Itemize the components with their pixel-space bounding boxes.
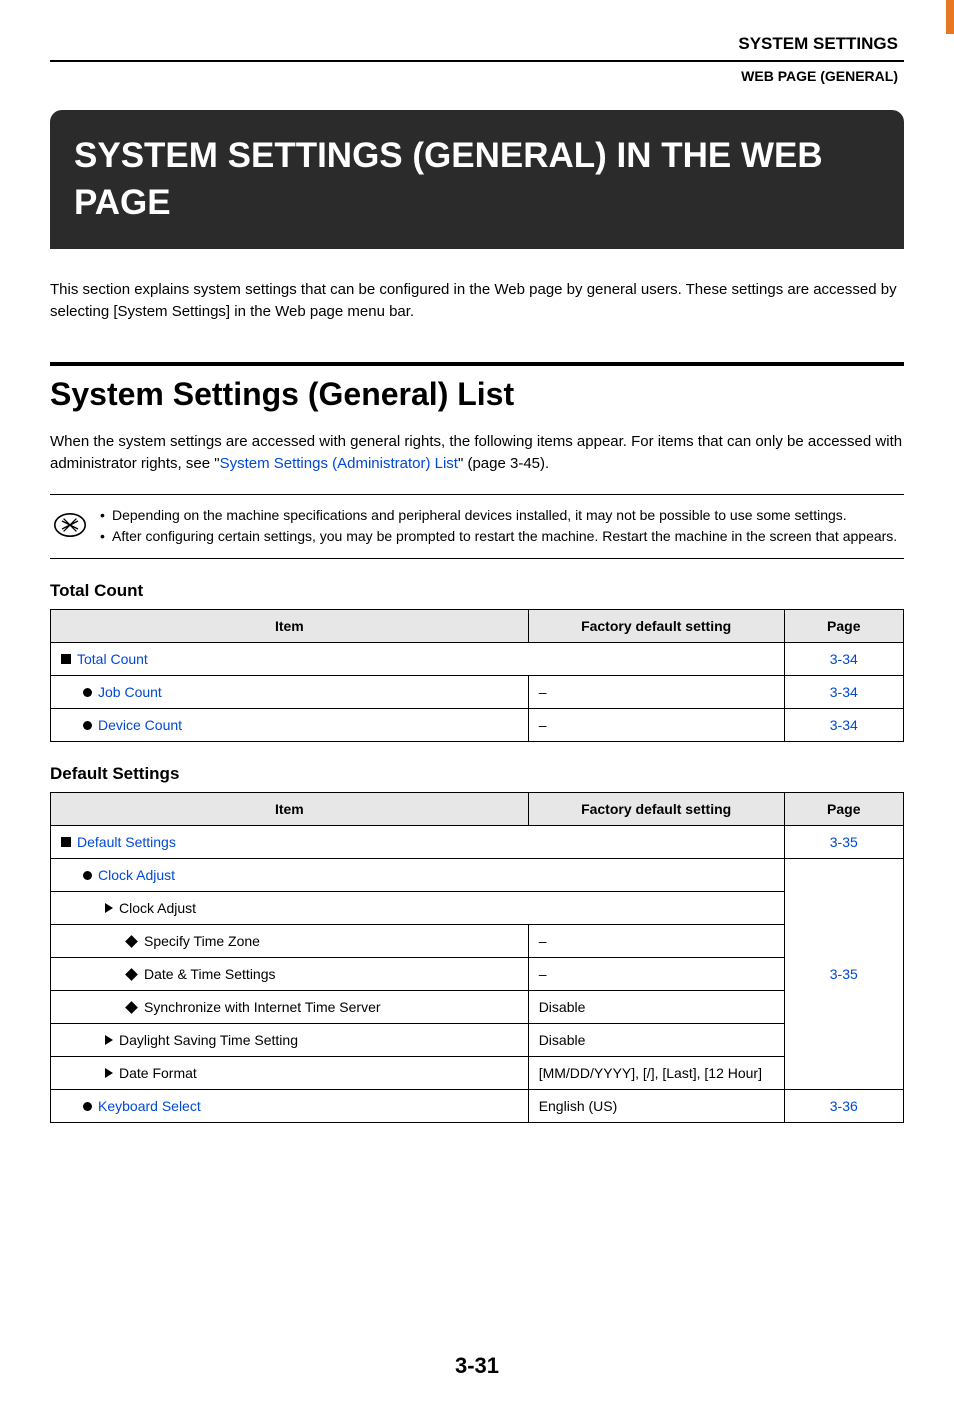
item-cell: Clock Adjust: [51, 891, 785, 924]
breadcrumb-secondary: WEB PAGE (GENERAL): [0, 62, 954, 84]
th-page: Page: [784, 792, 903, 825]
item-cell: Date & Time Settings: [51, 957, 529, 990]
page-cell[interactable]: 3-36: [784, 1089, 903, 1122]
page-cell[interactable]: 3-34: [784, 642, 903, 675]
dia-marker: [125, 1001, 138, 1014]
th-page: Page: [784, 609, 903, 642]
page-cell[interactable]: 3-35: [784, 858, 903, 1089]
table-row: Synchronize with Internet Time Server Dis…: [51, 990, 904, 1023]
factory-cell: English (US): [528, 1089, 784, 1122]
item-cell: Daylight Saving Time Setting: [51, 1023, 529, 1056]
item-cell: Job Count: [51, 675, 529, 708]
page-link[interactable]: 3-34: [830, 651, 858, 667]
section-intro-post: " (page 3-45).: [458, 455, 549, 472]
page-link[interactable]: 3-35: [830, 834, 858, 850]
th-item: Item: [51, 792, 529, 825]
factory-cell: –: [528, 924, 784, 957]
dia-marker: [125, 968, 138, 981]
default-settings-table: Item Factory default setting Page Defaul…: [50, 792, 904, 1123]
note-bullet-1: •Depending on the machine specifications…: [100, 505, 897, 527]
tri-marker: [105, 903, 113, 913]
tri-marker: [105, 1035, 113, 1045]
section-title: System Settings (General) List: [50, 376, 904, 413]
factory-cell: Disable: [528, 990, 784, 1023]
table-row: Date & Time Settings –: [51, 957, 904, 990]
item-label[interactable]: Default Settings: [77, 834, 176, 850]
item-label[interactable]: Device Count: [98, 717, 182, 733]
table-row: Job Count – 3-34: [51, 675, 904, 708]
item-label[interactable]: Clock Adjust: [98, 867, 175, 883]
item-cell: Specify Time Zone: [51, 924, 529, 957]
page-cell[interactable]: 3-34: [784, 675, 903, 708]
item-cell: Synchronize with Internet Time Server: [51, 990, 529, 1023]
table-row: Daylight Saving Time Setting Disable: [51, 1023, 904, 1056]
factory-cell: Disable: [528, 1023, 784, 1056]
table-row: Date Format [MM/DD/YYYY], [/], [Last], [1…: [51, 1056, 904, 1089]
item-cell: Device Count: [51, 708, 529, 741]
sq-marker: [61, 837, 71, 847]
item-cell: Keyboard Select: [51, 1089, 529, 1122]
dot-marker: [83, 1102, 92, 1111]
section-intro: When the system settings are accessed wi…: [50, 431, 904, 476]
sq-marker: [61, 654, 71, 664]
note-icon: [54, 509, 86, 541]
table1-title: Total Count: [50, 581, 904, 601]
item-cell: Clock Adjust: [51, 858, 785, 891]
table-row: Total Count 3-34: [51, 642, 904, 675]
table-row: Keyboard Select English (US) 3-36: [51, 1089, 904, 1122]
item-cell: Date Format: [51, 1056, 529, 1089]
item-cell: Default Settings: [51, 825, 785, 858]
item-label[interactable]: Job Count: [98, 684, 162, 700]
th-item: Item: [51, 609, 529, 642]
dia-marker: [125, 935, 138, 948]
item-label: Date & Time Settings: [144, 966, 276, 982]
page-cell[interactable]: 3-35: [784, 825, 903, 858]
tri-marker: [105, 1068, 113, 1078]
page-cell[interactable]: 3-34: [784, 708, 903, 741]
page-link[interactable]: 3-36: [830, 1098, 858, 1114]
table-header-row: Item Factory default setting Page: [51, 792, 904, 825]
factory-cell: [MM/DD/YYYY], [/], [Last], [12 Hour]: [528, 1056, 784, 1089]
page-number: 3-31: [50, 1353, 904, 1409]
item-label: Date Format: [119, 1065, 197, 1081]
item-label[interactable]: Total Count: [77, 651, 148, 667]
note-box: •Depending on the machine specifications…: [50, 494, 904, 559]
total-count-table: Item Factory default setting Page Total …: [50, 609, 904, 742]
admin-list-link[interactable]: System Settings (Administrator) List: [220, 455, 458, 472]
intro-text: This section explains system settings th…: [50, 279, 904, 324]
item-label: Daylight Saving Time Setting: [119, 1032, 298, 1048]
table-row: Clock Adjust: [51, 891, 904, 924]
table-row: Clock Adjust3-35: [51, 858, 904, 891]
th-factory: Factory default setting: [528, 792, 784, 825]
breadcrumb-primary: SYSTEM SETTINGS: [0, 34, 954, 60]
dot-marker: [83, 871, 92, 880]
note-bullet-2: •After configuring certain settings, you…: [100, 526, 897, 548]
item-label: Specify Time Zone: [144, 933, 260, 949]
item-label: Synchronize with Internet Time Server: [144, 999, 381, 1015]
table-row: Default Settings 3-35: [51, 825, 904, 858]
item-label[interactable]: Keyboard Select: [98, 1098, 201, 1114]
table-row: Device Count – 3-34: [51, 708, 904, 741]
th-factory: Factory default setting: [528, 609, 784, 642]
table-row: Specify Time Zone –: [51, 924, 904, 957]
dot-marker: [83, 688, 92, 697]
page-title: SYSTEM SETTINGS (GENERAL) IN THE WEB PAG…: [50, 110, 904, 249]
factory-cell: –: [528, 675, 784, 708]
table-header-row: Item Factory default setting Page: [51, 609, 904, 642]
page-link[interactable]: 3-34: [830, 684, 858, 700]
dot-marker: [83, 721, 92, 730]
item-label: Clock Adjust: [119, 900, 196, 916]
factory-cell: –: [528, 708, 784, 741]
item-cell: Total Count: [51, 642, 785, 675]
page-link[interactable]: 3-34: [830, 717, 858, 733]
page-link[interactable]: 3-35: [830, 966, 858, 982]
factory-cell: –: [528, 957, 784, 990]
table2-title: Default Settings: [50, 764, 904, 784]
